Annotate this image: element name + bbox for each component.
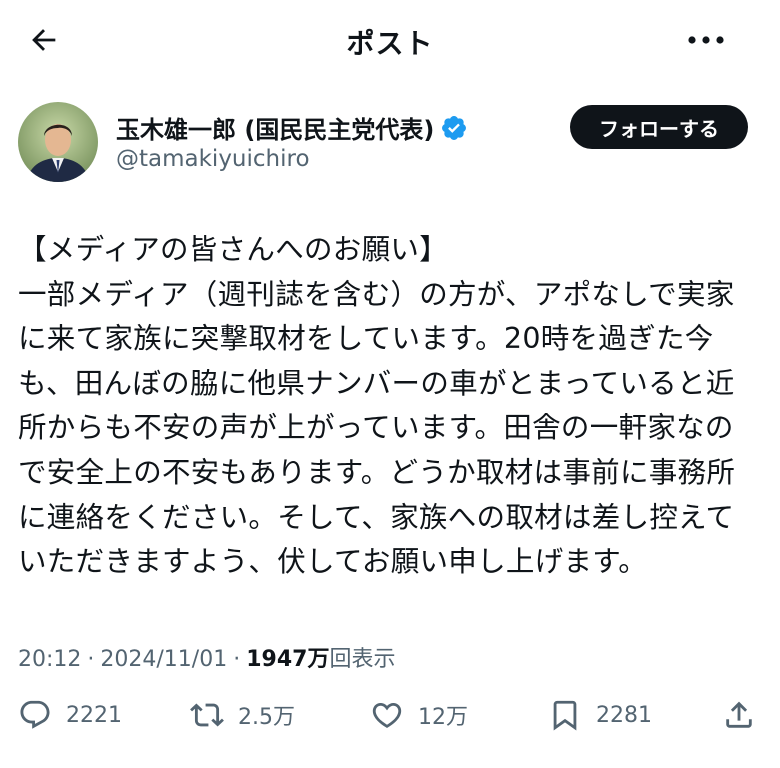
post-text-line: で安全上の不安もあります。どうか取材は事前に事務所 [18, 455, 736, 489]
post-text-line: も、田んぼの脇に他県ナンバーの車がとまっていると近 [18, 366, 735, 400]
like-count: 12万 [418, 705, 468, 730]
post-meta: 20:12 · 2024/11/01 · 1947万 回表示 [18, 641, 395, 673]
post-time[interactable]: 20:12 [18, 647, 81, 672]
post-date[interactable]: 2024/11/01 [100, 647, 227, 672]
like-button[interactable]: 12万 [370, 698, 468, 732]
views-label: 回表示 [329, 647, 396, 672]
avatar-photo-icon [18, 102, 98, 182]
more-horizontal-icon [688, 36, 724, 44]
avatar[interactable] [18, 102, 98, 182]
post-text-line: 所からも不安の声が上がっています。田舎の一軒家なの [18, 411, 734, 445]
top-bar: ポスト [0, 0, 780, 82]
display-name-row: 玉木雄一郎 (国民民主党代表) [116, 110, 468, 145]
views-count[interactable]: 1947万 [246, 641, 329, 673]
share-button[interactable] [722, 698, 756, 732]
post-text-line: いただきますよう、伏してお願い申し上げます。 [18, 545, 648, 579]
repost-button[interactable]: 2.5万 [190, 698, 295, 732]
handle[interactable]: @tamakiyuichiro [116, 146, 310, 172]
repost-count: 2.5万 [238, 705, 295, 730]
reply-button[interactable]: 2221 [18, 698, 122, 732]
meta-separator: · [233, 647, 241, 672]
follow-button[interactable]: フォローする [570, 105, 748, 149]
repost-icon [190, 703, 224, 727]
verified-badge-icon [442, 115, 467, 140]
post-text: 【メディアの皆さんへのお願い】 一部メディア（週刊誌を含む）の方が、アポなしで実… [18, 228, 766, 585]
bookmark-button[interactable]: 2281 [548, 698, 652, 732]
post-text-line: に連絡をください。そして、家族への取材は差し控えて [18, 500, 735, 534]
post-text-line: 【メディアの皆さんへのお願い】 [18, 233, 449, 266]
reply-icon [20, 700, 50, 729]
reply-count: 2221 [66, 702, 122, 728]
display-name[interactable]: 玉木雄一郎 (国民民主党代表) [116, 110, 434, 145]
post-text-line: 一部メディア（週刊誌を含む）の方が、アポなしで実家 [18, 277, 735, 311]
share-icon [726, 701, 752, 728]
page-title: ポスト [346, 27, 434, 60]
heart-icon [372, 702, 402, 728]
bookmark-count: 2281 [596, 702, 652, 728]
more-options-button[interactable] [684, 22, 728, 58]
meta-separator: · [87, 647, 95, 672]
post-detail-page: ポスト 玉木雄一郎 (国民民主党代表) @tamakiyuichiro フォロー… [0, 0, 780, 768]
bookmark-icon [553, 700, 577, 731]
post-text-line: に来て家族に突撃取材をしています。20時を過ぎた今 [18, 322, 714, 356]
